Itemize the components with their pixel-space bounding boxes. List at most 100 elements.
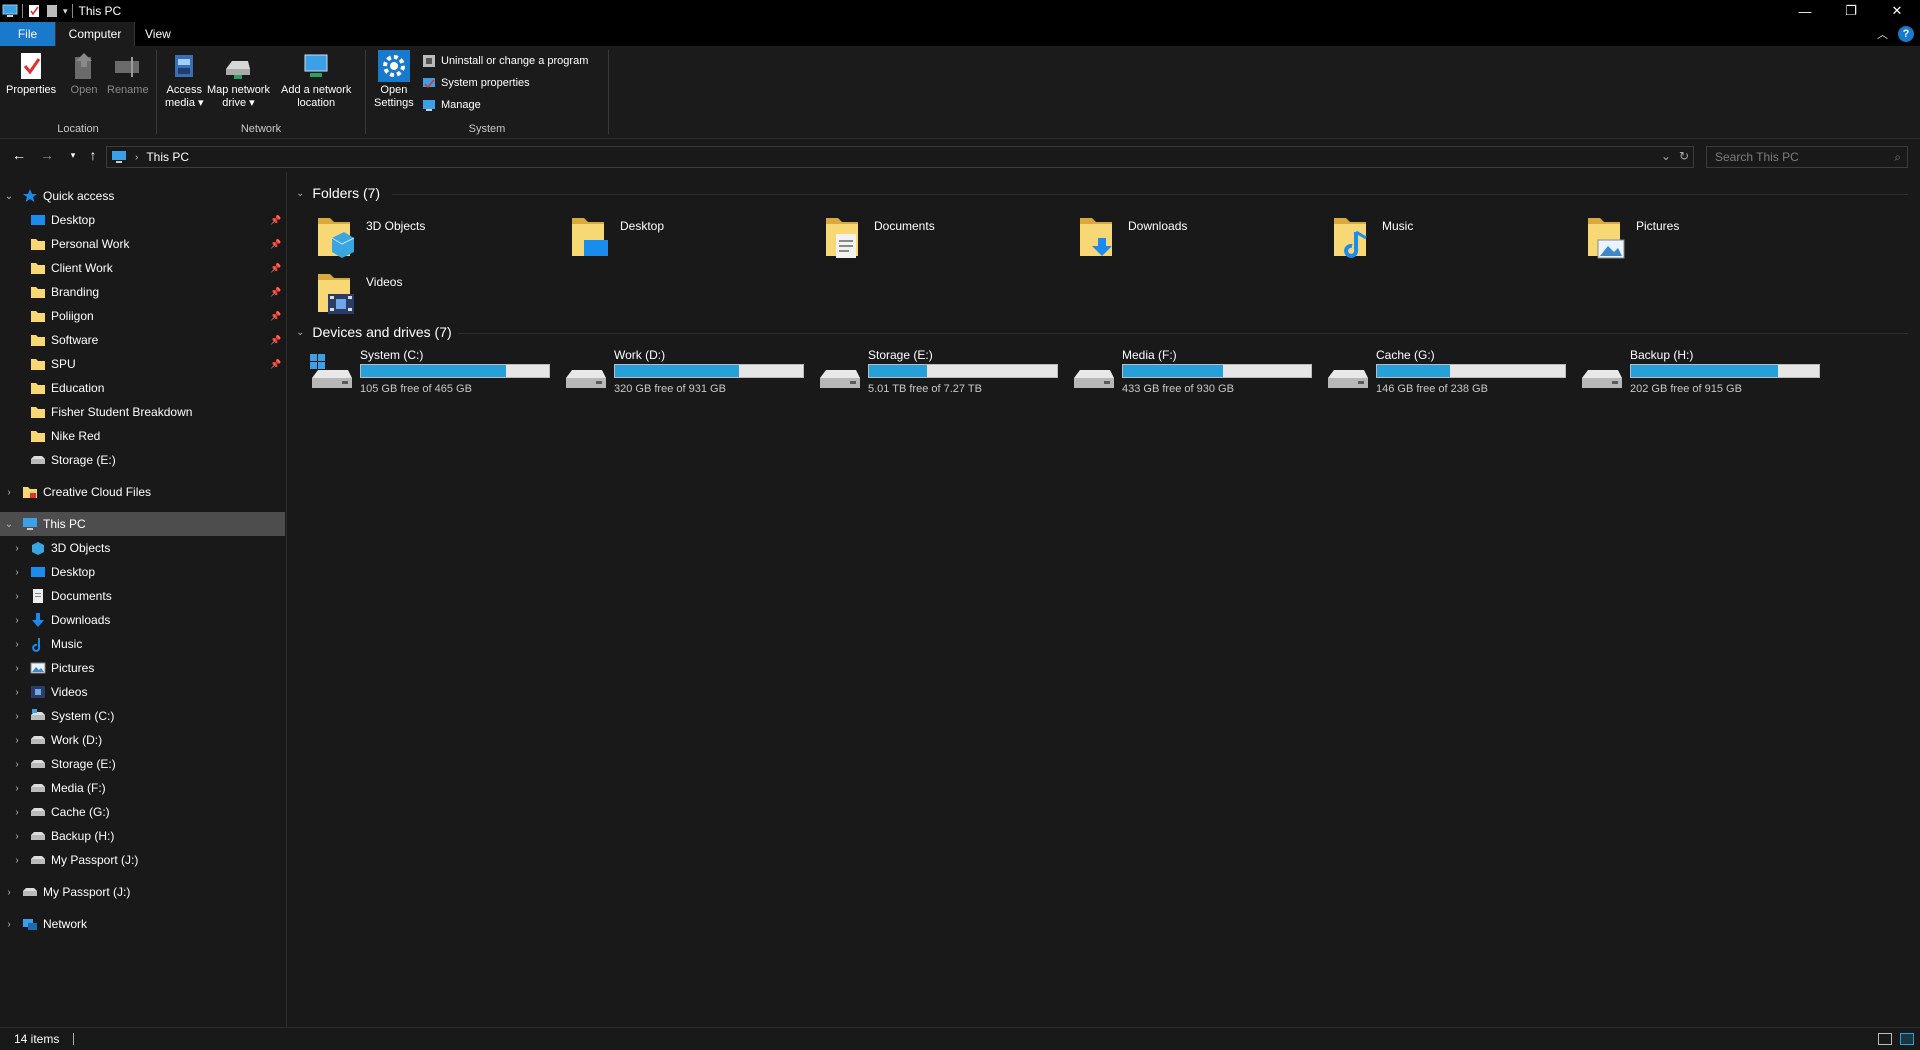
up-arrow-icon[interactable]: ↑ [84, 147, 102, 163]
large-icons-view-icon[interactable] [1900, 1033, 1914, 1045]
restore-icon[interactable]: ❐ [1828, 0, 1874, 22]
nav-quick-item[interactable]: Desktop 📌 [0, 208, 285, 232]
expand-chevron-icon[interactable]: › [12, 543, 22, 554]
tab-view[interactable]: View [135, 22, 181, 46]
expand-chevron-icon[interactable]: › [4, 487, 14, 498]
folder-tile[interactable]: Downloads [1074, 212, 1324, 264]
nav-this-pc-item[interactable]: › Storage (E:) [0, 752, 285, 776]
folder-tile[interactable]: Videos [312, 268, 562, 320]
address-dropdown-icon[interactable]: ⌄ [1661, 149, 1671, 163]
folder-tile[interactable]: Desktop [566, 212, 816, 264]
add-network-location-button[interactable]: Add a network location [281, 50, 351, 110]
expand-chevron-icon[interactable]: › [12, 855, 22, 866]
map-network-drive-button[interactable]: Map network drive ▾ [207, 50, 270, 110]
collapse-chevron-icon[interactable]: ⌄ [4, 519, 14, 530]
expand-chevron-icon[interactable]: › [12, 591, 22, 602]
new-folder-qat-icon[interactable] [45, 4, 59, 18]
properties-qat-icon[interactable] [27, 4, 41, 18]
collapse-ribbon-icon[interactable]: ︿ [1877, 26, 1888, 42]
expand-chevron-icon[interactable]: › [12, 567, 22, 578]
nav-this-pc-item[interactable]: › Cache (G:) [0, 800, 285, 824]
nav-quick-item[interactable]: Nike Red [0, 424, 285, 448]
qat-dropdown-icon[interactable]: ▾ [63, 6, 68, 17]
expand-chevron-icon[interactable]: › [12, 831, 22, 842]
expand-chevron-icon[interactable]: › [12, 735, 22, 746]
minimize-icon[interactable]: — [1782, 0, 1828, 22]
nav-quick-item[interactable]: Fisher Student Breakdown [0, 400, 285, 424]
access-media-button[interactable]: Access media ▾ [165, 50, 204, 110]
folder-tile[interactable]: Pictures [1582, 212, 1832, 264]
folders-section-header[interactable]: ⌄ Folders (7) [296, 182, 380, 204]
nav-network[interactable]: › Network [0, 912, 285, 936]
nav-this-pc-item[interactable]: › My Passport (J:) [0, 848, 285, 872]
nav-this-pc-item[interactable]: › Documents [0, 584, 285, 608]
nav-quick-access[interactable]: ⌄ Quick access [0, 184, 285, 208]
nav-quick-item[interactable]: Software 📌 [0, 328, 285, 352]
nav-this-pc-item[interactable]: › System (C:) [0, 704, 285, 728]
expand-chevron-icon[interactable]: › [12, 783, 22, 794]
system-properties-button[interactable]: System properties [422, 74, 530, 92]
folder-tile[interactable]: Documents [820, 212, 1070, 264]
collapse-chevron-icon[interactable]: ⌄ [296, 188, 304, 199]
nav-this-pc-item[interactable]: › Pictures [0, 656, 285, 680]
nav-quick-item[interactable]: Education [0, 376, 285, 400]
tab-file[interactable]: File [0, 22, 55, 46]
nav-quick-item[interactable]: Branding 📌 [0, 280, 285, 304]
nav-this-pc-item[interactable]: › Backup (H:) [0, 824, 285, 848]
nav-quick-item[interactable]: Client Work 📌 [0, 256, 285, 280]
nav-this-pc-item[interactable]: › Videos [0, 680, 285, 704]
search-input[interactable]: Search This PC ⌕ [1706, 146, 1908, 168]
drive-tile[interactable]: Work (D:) 320 GB free of 931 GB [562, 348, 816, 398]
nav-this-pc-item[interactable]: › 3D Objects [0, 536, 285, 560]
details-view-icon[interactable] [1878, 1033, 1892, 1045]
collapse-chevron-icon[interactable]: ⌄ [4, 191, 14, 202]
drives-section-header[interactable]: ⌄ Devices and drives (7) [296, 321, 452, 343]
drive-tile[interactable]: Storage (E:) 5.01 TB free of 7.27 TB [816, 348, 1070, 398]
nav-my-passport[interactable]: › My Passport (J:) [0, 880, 285, 904]
folder-tile[interactable]: 3D Objects [312, 212, 562, 264]
breadcrumb-chevron-icon[interactable]: › [135, 152, 138, 163]
breadcrumb-this-pc[interactable]: This PC [146, 150, 189, 164]
nav-quick-item[interactable]: Poliigon 📌 [0, 304, 285, 328]
nav-quick-item[interactable]: SPU 📌 [0, 352, 285, 376]
nav-this-pc-item[interactable]: › Desktop [0, 560, 285, 584]
tab-computer[interactable]: Computer [55, 22, 135, 46]
nav-this-pc-item[interactable]: › Downloads [0, 608, 285, 632]
search-icon[interactable]: ⌕ [1894, 150, 1901, 165]
help-icon[interactable]: ? [1898, 26, 1914, 42]
refresh-icon[interactable]: ↻ [1679, 149, 1689, 163]
nav-quick-item[interactable]: Storage (E:) [0, 448, 285, 472]
properties-button[interactable]: Properties [6, 50, 56, 97]
drive-tile[interactable]: Cache (G:) 146 GB free of 238 GB [1324, 348, 1578, 398]
expand-chevron-icon[interactable]: › [12, 687, 22, 698]
back-arrow-icon[interactable]: ← [10, 147, 28, 163]
open-button[interactable]: Open [68, 50, 100, 97]
expand-chevron-icon[interactable]: › [12, 615, 22, 626]
rename-button[interactable]: Rename [107, 50, 149, 97]
drive-tile[interactable]: System (C:) 105 GB free of 465 GB [308, 348, 562, 398]
nav-this-pc[interactable]: ⌄ This PC [0, 512, 285, 536]
open-settings-button[interactable]: Open Settings [374, 50, 414, 110]
forward-arrow-icon[interactable]: → [38, 147, 56, 163]
expand-chevron-icon[interactable]: › [12, 711, 22, 722]
nav-creative-cloud-files[interactable]: › Creative Cloud Files [0, 480, 285, 504]
address-bar[interactable]: › This PC ⌄ ↻ [106, 146, 1694, 168]
collapse-chevron-icon[interactable]: ⌄ [296, 327, 304, 338]
nav-quick-item[interactable]: Personal Work 📌 [0, 232, 285, 256]
expand-chevron-icon[interactable]: › [12, 639, 22, 650]
folder-tile[interactable]: Music [1328, 212, 1578, 264]
expand-chevron-icon[interactable]: › [4, 887, 14, 898]
expand-chevron-icon[interactable]: › [4, 919, 14, 930]
close-icon[interactable]: ✕ [1874, 0, 1920, 22]
manage-button[interactable]: Manage [422, 96, 481, 114]
nav-this-pc-item[interactable]: › Music [0, 632, 285, 656]
nav-this-pc-item[interactable]: › Media (F:) [0, 776, 285, 800]
drive-tile[interactable]: Media (F:) 433 GB free of 930 GB [1070, 348, 1324, 398]
drive-tile[interactable]: Backup (H:) 202 GB free of 915 GB [1578, 348, 1832, 398]
expand-chevron-icon[interactable]: › [12, 759, 22, 770]
uninstall-program-button[interactable]: Uninstall or change a program [422, 52, 588, 70]
recent-locations-icon[interactable]: ▾ [64, 150, 82, 161]
nav-this-pc-item[interactable]: › Work (D:) [0, 728, 285, 752]
expand-chevron-icon[interactable]: › [12, 807, 22, 818]
expand-chevron-icon[interactable]: › [12, 663, 22, 674]
